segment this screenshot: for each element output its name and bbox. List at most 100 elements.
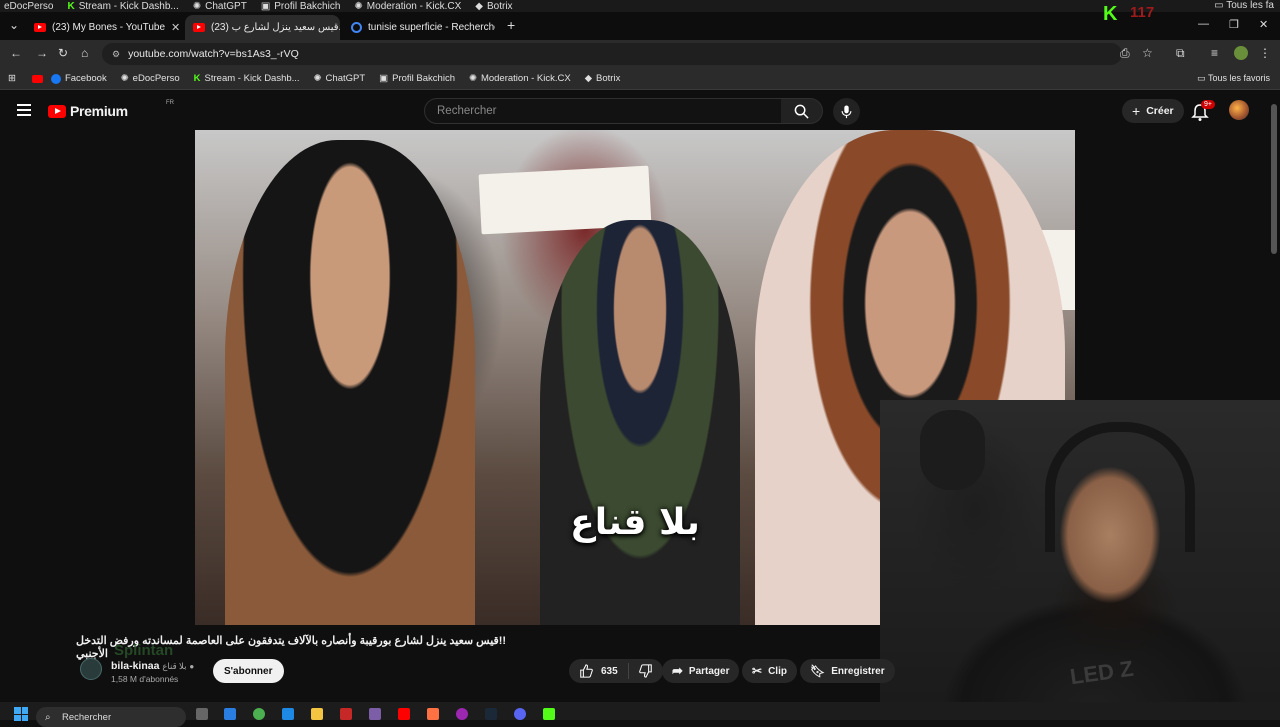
home-icon[interactable]: ⌂ [81,46,88,60]
tab-search[interactable]: tunisie superficie - Recherche G ✕ [343,15,495,40]
bookmark-profil[interactable]: ▣ Profil Bakchich [379,73,455,84]
bookmark-moderation[interactable]: ✺ Moderation - Kick.CX [469,73,571,84]
os-bookmark[interactable]: ✺ ChatGPT [193,1,247,12]
os-bookmark[interactable]: ✺ Moderation - Kick.CX [354,1,461,12]
address-bar: ← → ↻ ⌂ ⚙ youtube.com/watch?v=bs1As3_-rV… [0,40,1280,68]
watermark: Splintan [114,642,174,659]
chatgpt-icon: ✺ [192,0,202,12]
clip-button[interactable]: ✂ Clip [742,659,797,683]
bookmark-label: ChatGPT [325,73,366,84]
avatar[interactable] [1229,100,1249,120]
os-bookmark-strip: eDocPerso K Stream - Kick Dashb... ✺ ChatG… [0,0,1280,12]
bookmark-facebook[interactable]: Facebook [50,73,107,84]
extensions-icon[interactable]: ⧉ [1176,46,1185,61]
search-icon: ⌕ [45,711,51,723]
youtube-bookmark[interactable] [31,74,43,83]
youtube-icon[interactable] [398,708,410,720]
kick-icon[interactable] [543,708,555,720]
tab-label: (23) My Bones - YouTube [52,22,166,33]
folder-icon: ▭ [1214,0,1227,11]
os-bookmark[interactable]: ◆ Botrix [475,1,512,12]
tab-label: (23) قيس سعيد ينزل لشارع ب... [211,22,340,33]
tab-video[interactable]: (23) قيس سعيد ينزل لشارع ب... 🔊︎ ✕ [185,15,340,40]
steam-icon[interactable] [485,708,497,720]
os-taskbar: ⌕ Rechercher [0,702,1280,727]
youtube-premium-logo[interactable]: Premium FR [48,100,174,119]
plus-icon: + [1132,103,1141,119]
clip-label: Clip [768,665,787,677]
windows-start-icon[interactable] [14,707,28,721]
like-dislike-group: 635 [569,659,663,683]
channel-avatar[interactable] [80,658,102,680]
os-favorites[interactable]: ▭ Tous les fa [1214,0,1274,11]
task-view-icon[interactable] [196,708,208,720]
bookmark-chatgpt[interactable]: ✺ ChatGPT [314,73,366,84]
maximize-button[interactable]: ❐ [1229,18,1239,31]
bookmark-label: Botrix [596,73,621,84]
bookmark-kick[interactable]: K Stream - Kick Dashb... [194,73,300,84]
tab-my-bones[interactable]: (23) My Bones - YouTube ✕ [26,15,182,40]
hamburger-menu-icon[interactable] [17,104,31,116]
app-icon[interactable] [456,708,468,720]
menu-icon[interactable]: ⋮ [1259,46,1271,60]
bookmark-botrix[interactable]: ◆ Botrix [585,73,621,84]
os-bookmark[interactable]: ▣ Profil Bakchich [261,1,341,12]
kick-logo: K [1103,3,1118,25]
region-code: FR [166,100,174,106]
channel-name-text: bila-kinaa [111,660,160,672]
app-icon[interactable] [340,708,352,720]
profile-icon: ▣ [379,73,389,84]
os-bookmark[interactable]: eDocPerso [4,1,53,12]
create-button[interactable]: + Créer [1122,99,1184,123]
subscribe-button[interactable]: S'abonner [213,659,284,683]
youtube-icon [193,23,205,32]
tab-search-icon[interactable]: ⌄ [9,18,19,32]
page-scrollbar[interactable] [1270,96,1278,696]
media-icon[interactable]: ≡ [1211,46,1218,60]
diamond-icon: ◆ [584,73,593,84]
tab-label: tunisie superficie - Recherche G [368,22,495,33]
all-bookmarks[interactable]: ▭ Tous les favoris [1197,73,1270,84]
bookmark-edocperso[interactable]: ✺ eDocPerso [121,73,180,84]
taskbar-search-label: Rechercher [62,711,112,723]
file-explorer-icon[interactable] [311,708,323,720]
os-bookmark-label: Moderation - Kick.CX [366,0,462,12]
copilot-icon[interactable] [224,708,236,720]
back-icon[interactable]: ← [10,46,22,60]
os-bookmark-label: ChatGPT [205,0,247,12]
star-icon[interactable]: ☆ [1142,46,1153,60]
forward-icon[interactable]: → [36,46,48,60]
taskbar-search[interactable]: ⌕ Rechercher [36,707,186,727]
video-person [540,220,740,625]
url-field[interactable]: ⚙ youtube.com/watch?v=bs1As3_-rVQ [102,43,1122,65]
folder-icon: ▭ [1197,73,1208,83]
search-button[interactable] [781,98,823,124]
search-input[interactable]: Rechercher [424,98,782,124]
save-button[interactable]: 🔖︎ Enregistrer [800,659,895,683]
voice-search-button[interactable] [833,98,860,125]
close-icon[interactable]: ✕ [171,21,180,34]
apps-icon[interactable]: ⊞ [8,73,16,84]
discord-icon[interactable] [514,708,526,720]
browser-profile-avatar[interactable] [1234,46,1248,60]
reload-icon[interactable]: ↻ [58,46,68,60]
chrome-icon[interactable] [253,708,265,720]
like-count: 635 [601,665,618,677]
bookmark-label: eDocPerso [132,73,180,84]
dislike-button[interactable] [629,664,663,678]
os-bookmark[interactable]: K Stream - Kick Dashb... [67,1,178,12]
install-icon[interactable]: ⎙ [1120,46,1130,61]
site-info-icon[interactable]: ⚙ [112,49,120,60]
minimize-button[interactable]: — [1198,18,1209,30]
new-tab-button[interactable]: + [507,17,515,33]
store-icon[interactable] [282,708,294,720]
window-close-button[interactable]: ✕ [1259,18,1268,31]
notification-badge: 9+ [1201,100,1215,109]
share-button[interactable]: ➦ Partager [662,659,740,683]
scrollbar-thumb[interactable] [1271,104,1277,254]
like-button[interactable]: 635 [569,663,629,679]
channel-name[interactable]: bila-kinaa بلا قناع ● [111,660,194,672]
app-icon[interactable] [369,708,381,720]
app-icon[interactable] [427,708,439,720]
facebook-icon [50,73,61,84]
